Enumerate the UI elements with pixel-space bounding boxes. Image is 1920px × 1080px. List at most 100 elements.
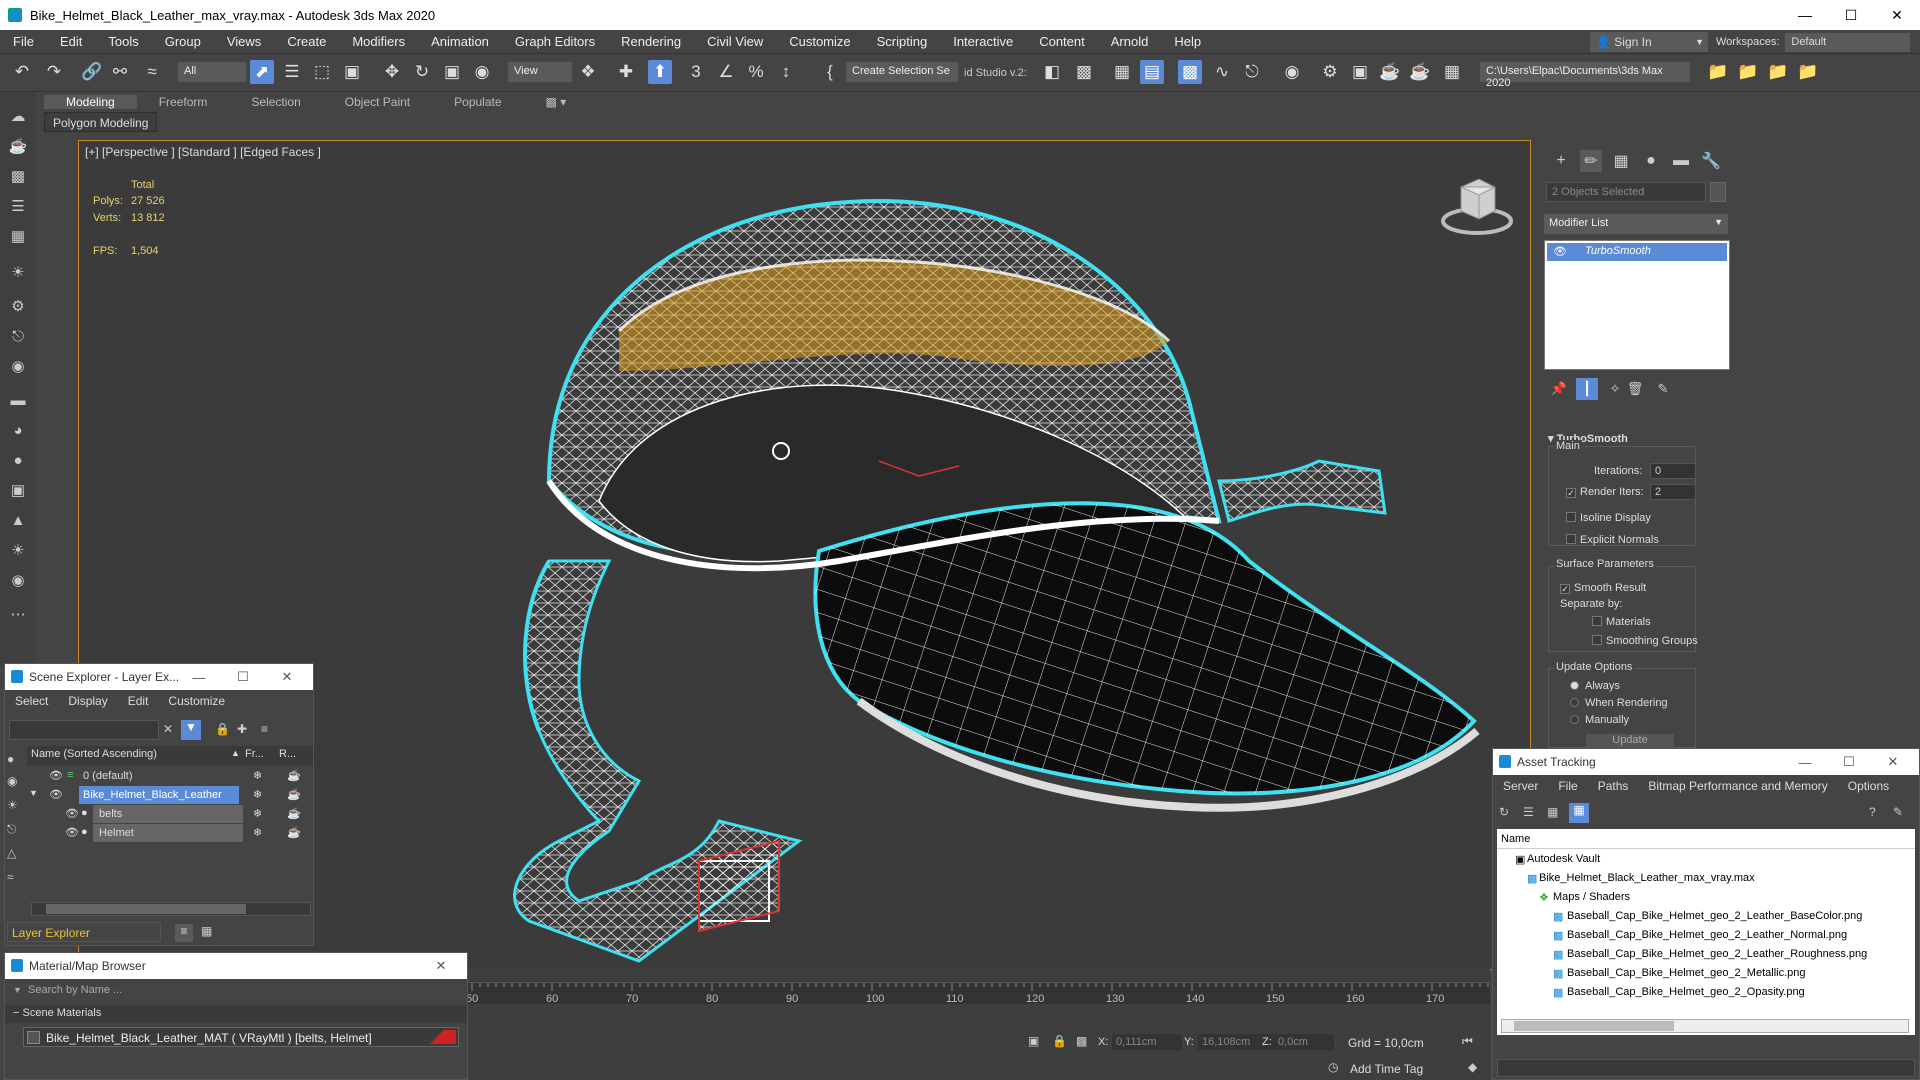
when-rendering-radio[interactable] [1570,698,1579,707]
lock-icon[interactable]: 🔒 [215,722,230,736]
table-row[interactable]: ▩ Baseball_Cap_Bike_Helmet_geo_2_Opasity.… [1497,984,1915,1003]
table-row[interactable]: ▩ Baseball_Cap_Bike_Helmet_geo_2_Metallic… [1497,965,1915,984]
workspace-dropdown[interactable]: Default [1785,32,1911,52]
list-icon[interactable]: ☰ [6,194,30,218]
dome-icon[interactable]: ◕ [6,418,30,442]
smoothing-groups-checkbox[interactable] [1592,635,1602,645]
absolute-mode-icon[interactable]: ▩ [1076,1034,1087,1048]
render-iters-row[interactable]: ✓ Render Iters: [1566,486,1644,498]
menu-create[interactable]: Create [274,34,339,49]
select-manipulate-icon[interactable]: ✚ [614,60,638,84]
time-slider-track[interactable]: 50 60 70 80 90 100 110 120 130 140 150 160 170 [466,982,1490,1005]
display-cameras-icon[interactable]: ⎋ [7,822,17,837]
explicit-normals-checkbox[interactable] [1566,534,1576,544]
window-crossing-icon[interactable]: ▣ [340,60,364,84]
update-manually-row[interactable]: Manually [1570,714,1629,726]
curve-editor-icon[interactable]: ∿ [1210,60,1234,84]
render-frame-icon[interactable]: ▩ [6,164,30,188]
expand-icon[interactable]: ▼ [29,788,38,798]
table-row[interactable]: 👁 ● belts ❄ ☕ [27,805,313,824]
add-layer-icon[interactable]: ✚ [237,722,247,736]
freeze-icon[interactable]: ❄ [253,807,262,820]
show-end-result-icon[interactable]: ┃ [1576,378,1598,400]
make-unique-icon[interactable]: ✧ [1604,378,1626,400]
menu-options[interactable]: Options [1838,779,1899,793]
schematic-view-icon[interactable]: ⎋ [1240,60,1264,84]
toggle-layer-explorer-icon[interactable]: ▤ [1140,60,1164,84]
materials-checkbox[interactable] [1592,616,1602,626]
help-extra-icon[interactable]: ✎ [1893,805,1903,819]
pin-stack-icon[interactable]: 📌 [1548,378,1570,400]
set-project-icon[interactable]: 📁 [1736,60,1760,84]
always-radio[interactable] [1570,681,1579,690]
remove-modifier-icon[interactable]: 🗑 [1624,378,1646,400]
menu-edit[interactable]: Edit [118,694,159,708]
menu-bitmap-performance[interactable]: Bitmap Performance and Memory [1638,779,1837,793]
menu-modifiers[interactable]: Modifiers [339,34,418,49]
lock-icon[interactable]: 🔒 [1052,1034,1067,1048]
layers-icon[interactable]: ≡ [261,722,268,736]
new-project-icon[interactable]: 📁 [1766,60,1790,84]
sign-in-dropdown[interactable]: 👤 Sign In ▼ [1590,32,1708,52]
modifier-list-dropdown[interactable]: Modifier List ▼ [1544,214,1728,234]
ribbon-options-icon[interactable]: ▩ ▾ [524,95,589,109]
freeze-icon[interactable]: ❄ [253,826,262,839]
plane-icon[interactable]: ▬ [6,388,30,412]
menu-paths[interactable]: Paths [1588,779,1639,793]
object-color-swatch[interactable] [1710,182,1726,202]
menu-graph-editors[interactable]: Graph Editors [502,34,608,49]
asset-col-name[interactable]: Name [1497,831,1915,849]
project-settings-icon[interactable]: 📁 [1796,60,1820,84]
motion-tab-icon[interactable]: ● [1640,150,1662,172]
hierarchy-tab-icon[interactable]: ▦ [1610,150,1632,172]
render-iters-spinner[interactable]: 2 [1650,484,1696,500]
polygon-modeling-tab[interactable]: Polygon Modeling [44,112,158,132]
menu-display[interactable]: Display [58,694,117,708]
spinner-snap-icon[interactable]: ↕ [774,60,798,84]
table-row[interactable]: ▼ 👁 Bike_Helmet_Black_Leather ❄ ☕ [27,786,313,805]
more-icon[interactable]: ⋯ [6,602,30,626]
add-time-tag[interactable]: Add Time Tag [1350,1062,1423,1076]
render-icon[interactable]: ☕ [287,788,301,801]
smooth-result-row[interactable]: ✓ Smooth Result [1560,582,1646,594]
select-object-icon[interactable]: ⬈ [250,60,274,84]
display-spacewarps-icon[interactable]: ≈ [7,870,14,884]
filter-icon[interactable]: ▼ [181,720,201,740]
bind-spacewarp-icon[interactable]: ≈ [140,60,164,84]
clear-search-icon[interactable]: ✕ [163,722,173,736]
update-always-row[interactable]: Always [1570,680,1620,692]
eye-icon[interactable]: 👁 [49,769,63,782]
tab-modeling[interactable]: Modeling [44,95,137,109]
menu-customize[interactable]: Customize [776,34,863,49]
isoline-row[interactable]: Isoline Display [1566,512,1651,524]
col-freeze[interactable]: Fr... [245,748,264,760]
project-path-dropdown[interactable]: C:\Users\Elpac\Documents\3ds Max 2020 [1480,62,1690,89]
sun-icon[interactable]: ☀ [6,538,30,562]
menu-civil-view[interactable]: Civil View [694,34,776,49]
menu-rendering[interactable]: Rendering [608,34,694,49]
render-iterative-icon[interactable]: ☕ [1408,60,1432,84]
rect-selection-icon[interactable]: ⬚ [310,60,334,84]
table-row[interactable]: 👁 ● Helmet ❄ ☕ [27,824,313,843]
maximize-button[interactable]: ☐ [1828,0,1874,30]
scrollbar-thumb[interactable] [46,904,246,914]
col-name[interactable]: Name (Sorted Ascending) [31,748,157,760]
display-lights-icon[interactable]: ☀ [7,798,18,812]
mirror-icon[interactable]: ◧ [1040,60,1064,84]
modifier-stack[interactable]: 👁 TurboSmooth [1544,240,1730,370]
update-button[interactable]: Update [1586,734,1674,748]
select-by-name-icon[interactable]: ☰ [280,60,304,84]
place-icon[interactable]: ◉ [470,60,494,84]
teapot-icon[interactable]: ☕ [6,134,30,158]
menu-server[interactable]: Server [1493,779,1548,793]
iterations-spinner[interactable]: 0 [1650,463,1696,479]
unlink-icon[interactable]: ⚯ [108,60,132,84]
menu-select[interactable]: Select [5,694,58,708]
manually-radio[interactable] [1570,715,1579,724]
material-search-input[interactable]: ▼ Search by Name ... [5,981,467,1001]
minimize-button[interactable]: — [1782,0,1828,30]
table-row[interactable]: ▩ Bike_Helmet_Black_Leather_max_vray.max [1497,870,1915,889]
render-icon[interactable]: ☕ [287,807,301,820]
cylinder-icon[interactable]: ▣ [6,478,30,502]
materials-row[interactable]: Materials [1592,616,1651,628]
